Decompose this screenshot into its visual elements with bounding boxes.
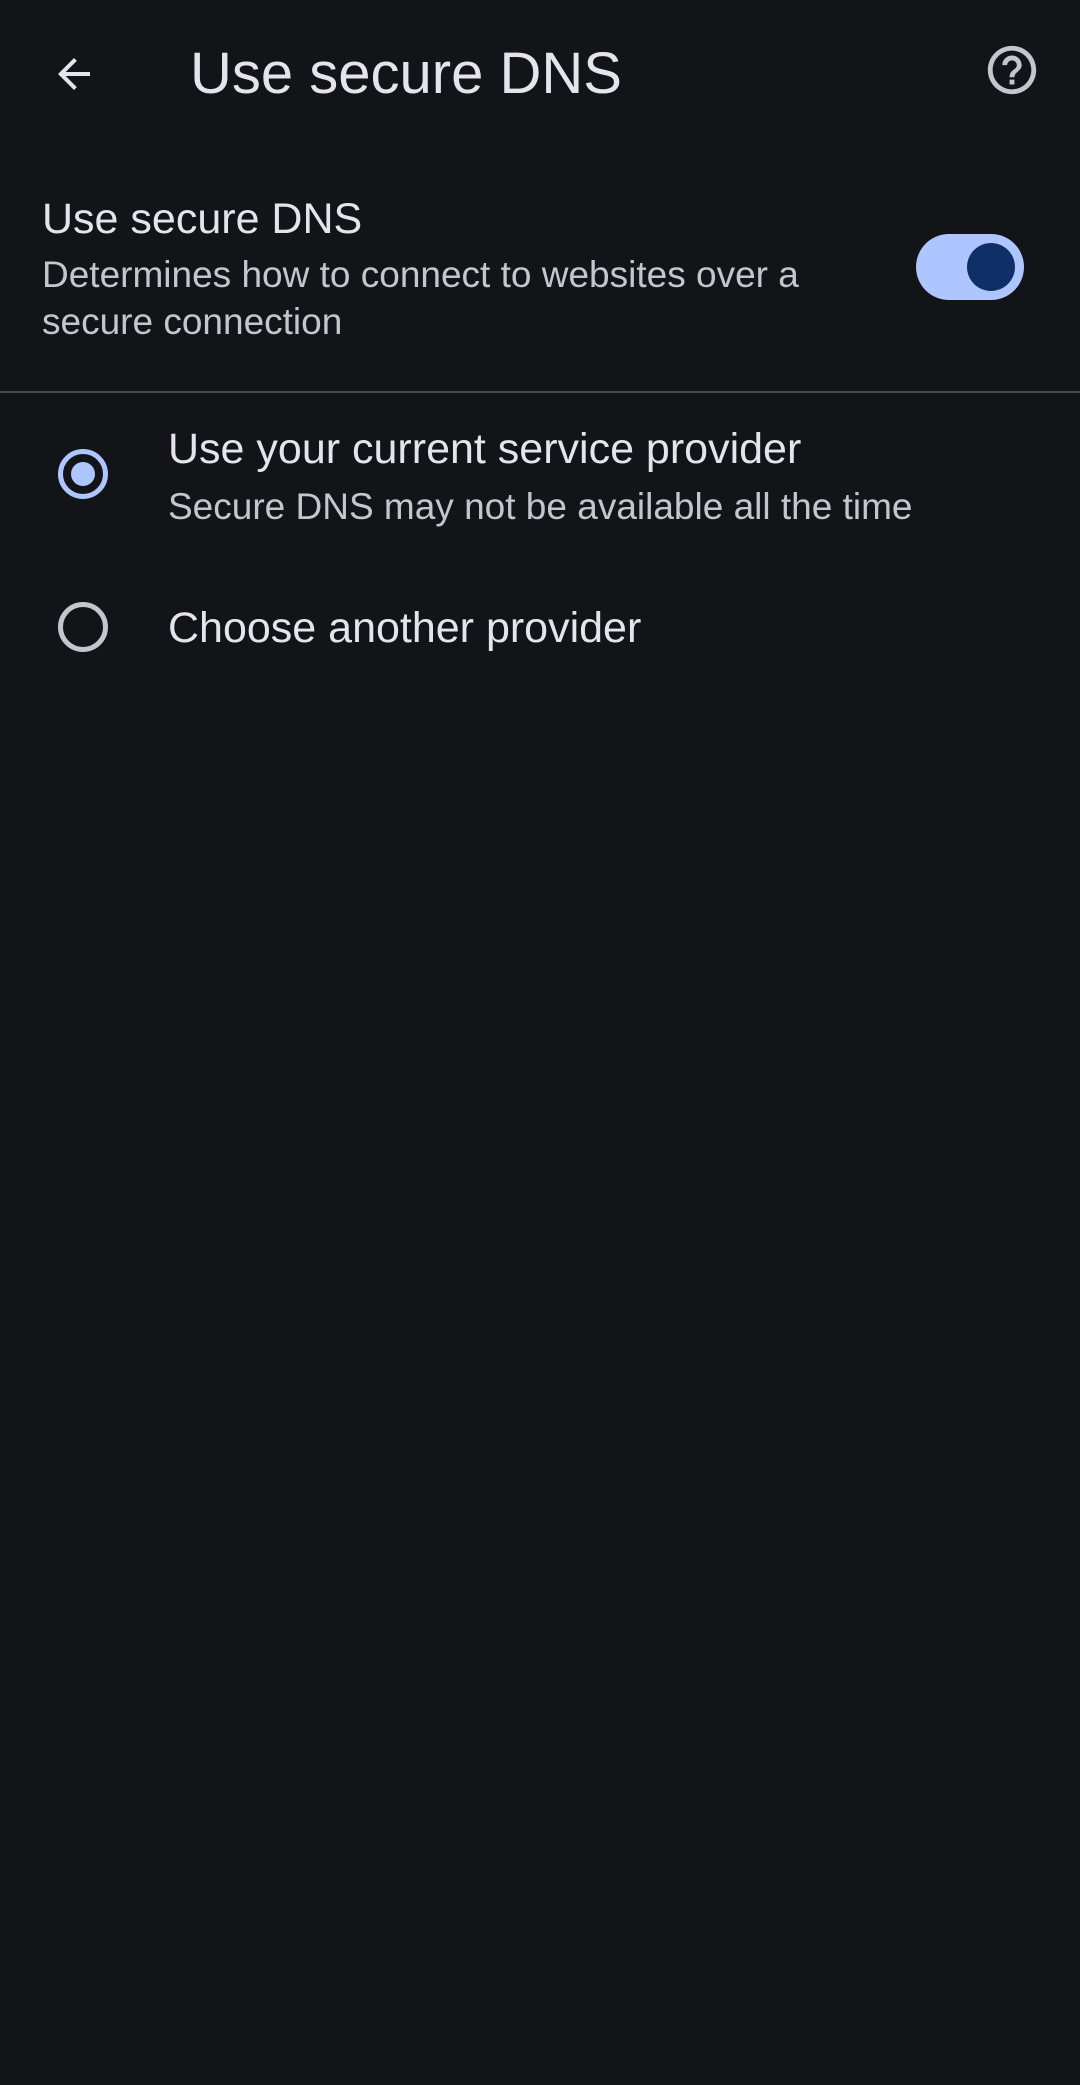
radio-button-selected-icon[interactable] bbox=[58, 449, 108, 499]
secure-dns-toggle-title: Use secure DNS bbox=[42, 195, 363, 243]
radio-button-unselected-icon[interactable] bbox=[58, 602, 108, 652]
option-another-provider[interactable]: Choose another provider bbox=[0, 585, 1080, 675]
secure-dns-toggle-description: Determines how to connect to websites ov… bbox=[42, 254, 799, 342]
help-circle-icon bbox=[987, 45, 1037, 95]
divider bbox=[0, 391, 1080, 393]
secure-dns-switch[interactable] bbox=[916, 234, 1024, 300]
help-button[interactable] bbox=[972, 30, 1052, 110]
page-title: Use secure DNS bbox=[190, 41, 622, 106]
option-label: Choose another provider bbox=[168, 604, 642, 652]
radio-dot bbox=[71, 462, 95, 486]
arrow-back-icon bbox=[58, 58, 90, 90]
switch-thumb bbox=[967, 243, 1015, 291]
secure-dns-toggle-row[interactable]: Use secure DNS Determines how to connect… bbox=[0, 185, 1080, 385]
option-current-provider[interactable]: Use your current service provider Secure… bbox=[0, 415, 1080, 540]
option-label: Use your current service provider bbox=[168, 425, 802, 473]
option-sublabel: Secure DNS may not be available all the … bbox=[168, 486, 913, 527]
app-bar: Use secure DNS bbox=[0, 0, 1080, 145]
back-button[interactable] bbox=[34, 34, 114, 114]
